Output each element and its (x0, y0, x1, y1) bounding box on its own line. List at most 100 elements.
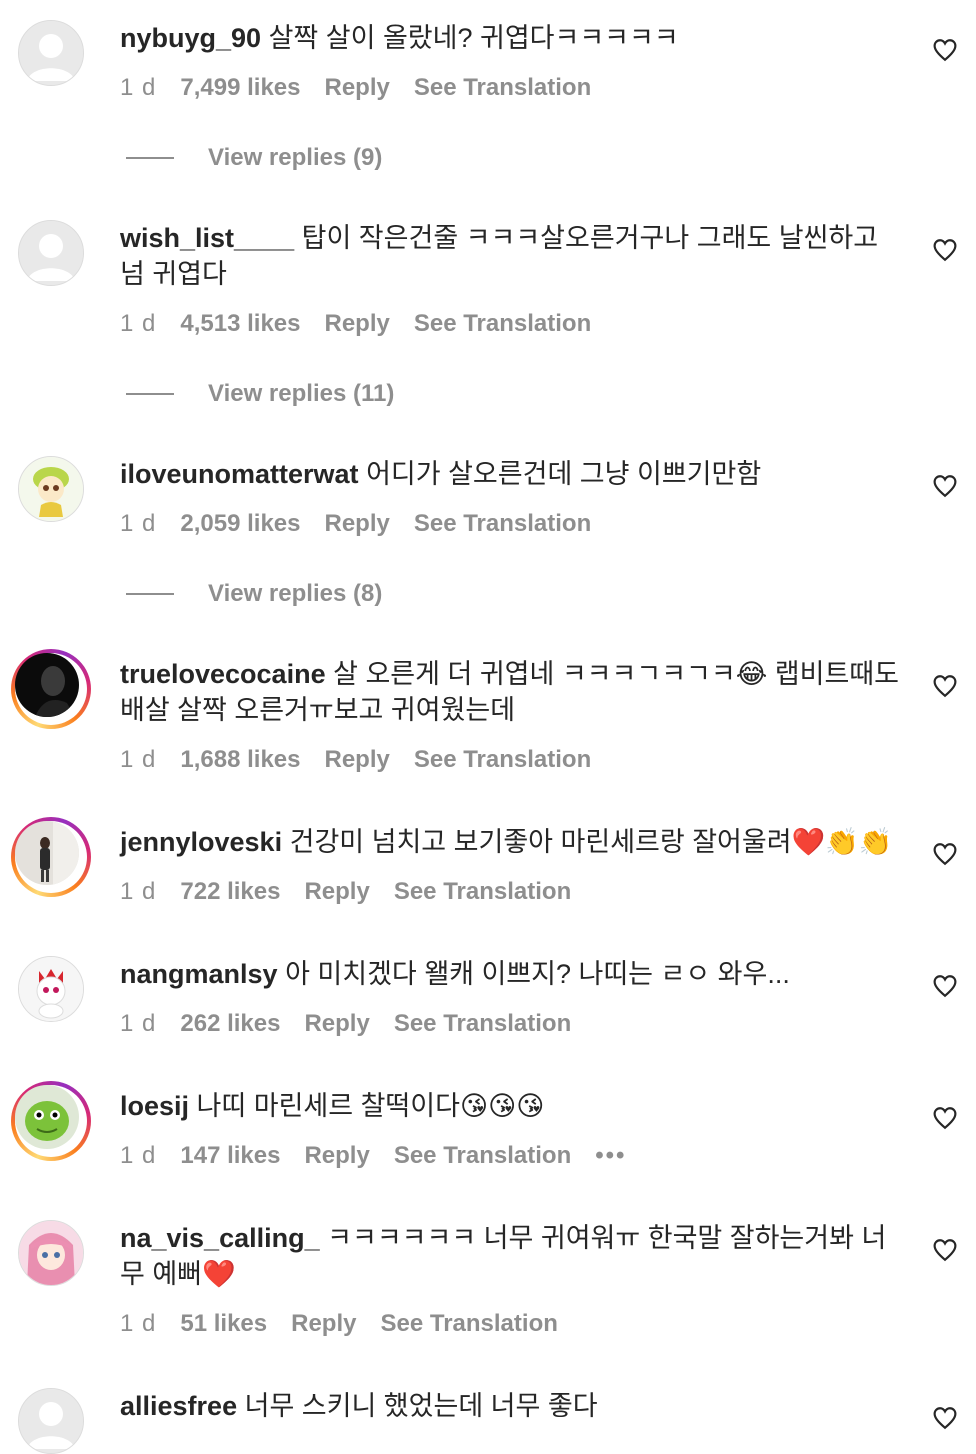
default-avatar-icon (19, 1389, 83, 1453)
comment-text: 너무 스키니 했었는데 너무 좋다 (244, 1391, 598, 1421)
likes-count[interactable]: 7,499 likes (180, 74, 300, 102)
heart-outline-icon[interactable] (932, 841, 958, 867)
see-translation-link[interactable]: See Translation (394, 878, 571, 906)
comment-text: 건강미 넘치고 보기좋아 마린세르랑 잘어울려❤️👏👏 (289, 827, 893, 857)
story-ring (11, 817, 91, 897)
reply-button[interactable]: Reply (324, 746, 389, 774)
see-translation-link[interactable]: See Translation (414, 510, 591, 538)
heart-outline-icon[interactable] (932, 1105, 958, 1131)
comment-meta: 1 d 722 likes Reply See Translation (120, 878, 595, 906)
likes-count[interactable]: 4,513 likes (180, 310, 300, 338)
avatar[interactable] (18, 456, 84, 522)
heart-outline-icon[interactable] (932, 473, 958, 499)
comment-body: nybuyg_90 살짝 살이 올랐네? 귀엽다ㅋㅋㅋㅋㅋ (120, 20, 900, 56)
view-replies-label[interactable]: View replies (9) (208, 144, 382, 172)
view-replies-button[interactable]: View replies (9) (126, 144, 382, 172)
avatar[interactable] (18, 20, 84, 86)
see-translation-link[interactable]: See Translation (414, 746, 591, 774)
reply-button[interactable]: Reply (304, 878, 369, 906)
username[interactable]: nybuyg_90 (120, 23, 261, 53)
heart-outline-icon[interactable] (932, 1237, 958, 1263)
comment-text: 살짝 살이 올랐네? 귀엽다ㅋㅋㅋㅋㅋ (268, 23, 679, 53)
username[interactable]: wish_list____ (120, 223, 294, 253)
likes-count[interactable]: 51 likes (180, 1310, 267, 1338)
comment-body: nangmanlsy 아 미치겠다 왤캐 이쁘지? 나띠는 ㄹㅇ 와우... (120, 956, 900, 992)
comment-text: 어디가 살오른건데 그냥 이쁘기만함 (366, 459, 762, 489)
username[interactable]: loesij (120, 1091, 189, 1121)
comment-body: alliesfree 너무 스키니 했었는데 너무 좋다 (120, 1388, 900, 1424)
comment-body: iloveunomatterwat 어디가 살오른건데 그냥 이쁘기만함 (120, 456, 900, 492)
comment-text: 아 미치겠다 왤캐 이쁘지? 나띠는 ㄹㅇ 와우... (285, 959, 790, 989)
view-replies-label[interactable]: View replies (11) (208, 380, 394, 408)
see-translation-link[interactable]: See Translation (394, 1142, 571, 1170)
character-avatar-icon (15, 1085, 79, 1149)
more-options-icon[interactable]: ••• (595, 1142, 626, 1170)
username[interactable]: alliesfree (120, 1391, 237, 1421)
username[interactable]: truelovecocaine (120, 659, 326, 689)
reply-button[interactable]: Reply (304, 1142, 369, 1170)
reply-button[interactable]: Reply (324, 74, 389, 102)
comment-body: truelovecocaine 살 오른게 더 귀엽네 ㅋㅋㅋㄱㅋㄱㅋ😂 랩비트… (120, 656, 900, 728)
comment-text: 나띠 마린세르 찰떡이다😘😘😘 (196, 1091, 545, 1121)
avatar[interactable] (11, 817, 91, 897)
comment-meta: 1 d 4,513 likes Reply See Translation (120, 310, 615, 338)
username[interactable]: jennyloveski (120, 827, 282, 857)
avatar[interactable] (11, 649, 91, 729)
character-avatar-icon (19, 1221, 83, 1285)
heart-outline-icon[interactable] (932, 973, 958, 999)
comment-body: loesij 나띠 마린세르 찰떡이다😘😘😘 (120, 1088, 900, 1124)
heart-outline-icon[interactable] (932, 1405, 958, 1431)
photo-avatar-icon (15, 821, 79, 885)
character-avatar-icon (19, 957, 83, 1021)
photo-avatar-icon (15, 653, 79, 717)
username[interactable]: nangmanlsy (120, 959, 278, 989)
reply-button[interactable]: Reply (324, 510, 389, 538)
comment-meta: 1 d 2,059 likes Reply See Translation (120, 510, 615, 538)
heart-outline-icon[interactable] (932, 37, 958, 63)
character-avatar-icon (19, 457, 83, 521)
avatar[interactable] (11, 1081, 91, 1161)
divider (126, 393, 174, 395)
reply-button[interactable]: Reply (291, 1310, 356, 1338)
likes-count[interactable]: 147 likes (180, 1142, 280, 1170)
comment-body: jennyloveski 건강미 넘치고 보기좋아 마린세르랑 잘어울려❤️👏👏 (120, 824, 900, 860)
timestamp: 1 d (120, 878, 157, 905)
timestamp: 1 d (120, 746, 157, 773)
comment-meta: 1 d 147 likes Reply See Translation ••• (120, 1142, 650, 1170)
likes-count[interactable]: 1,688 likes (180, 746, 300, 774)
avatar[interactable] (18, 1388, 84, 1454)
default-avatar-icon (19, 221, 83, 285)
avatar[interactable] (18, 956, 84, 1022)
see-translation-link[interactable]: See Translation (380, 1310, 557, 1338)
comment-body: wish_list____ 탑이 작은건줄 ㅋㅋㅋ살오른거구나 그래도 날씬하고… (120, 220, 900, 292)
username[interactable]: iloveunomatterwat (120, 459, 359, 489)
timestamp: 1 d (120, 1010, 157, 1037)
view-replies-button[interactable]: View replies (11) (126, 380, 394, 408)
comment-meta: 1 d 262 likes Reply See Translation (120, 1010, 595, 1038)
story-ring (11, 1081, 91, 1161)
avatar[interactable] (18, 220, 84, 286)
heart-outline-icon[interactable] (932, 237, 958, 263)
see-translation-link[interactable]: See Translation (414, 74, 591, 102)
see-translation-link[interactable]: See Translation (414, 310, 591, 338)
default-avatar-icon (19, 21, 83, 85)
view-replies-button[interactable]: View replies (8) (126, 580, 382, 608)
view-replies-label[interactable]: View replies (8) (208, 580, 382, 608)
timestamp: 1 d (120, 74, 157, 101)
see-translation-link[interactable]: See Translation (394, 1010, 571, 1038)
story-ring (11, 649, 91, 729)
reply-button[interactable]: Reply (324, 310, 389, 338)
likes-count[interactable]: 262 likes (180, 1010, 280, 1038)
likes-count[interactable]: 2,059 likes (180, 510, 300, 538)
divider (126, 157, 174, 159)
timestamp: 1 d (120, 310, 157, 337)
reply-button[interactable]: Reply (304, 1010, 369, 1038)
username[interactable]: na_vis_calling_ (120, 1223, 320, 1253)
avatar[interactable] (18, 1220, 84, 1286)
timestamp: 1 d (120, 1310, 157, 1337)
comment-meta: 1 d 1,688 likes Reply See Translation (120, 746, 615, 774)
likes-count[interactable]: 722 likes (180, 878, 280, 906)
comment-meta: 1 d 7,499 likes Reply See Translation (120, 74, 615, 102)
heart-outline-icon[interactable] (932, 673, 958, 699)
timestamp: 1 d (120, 1142, 157, 1169)
